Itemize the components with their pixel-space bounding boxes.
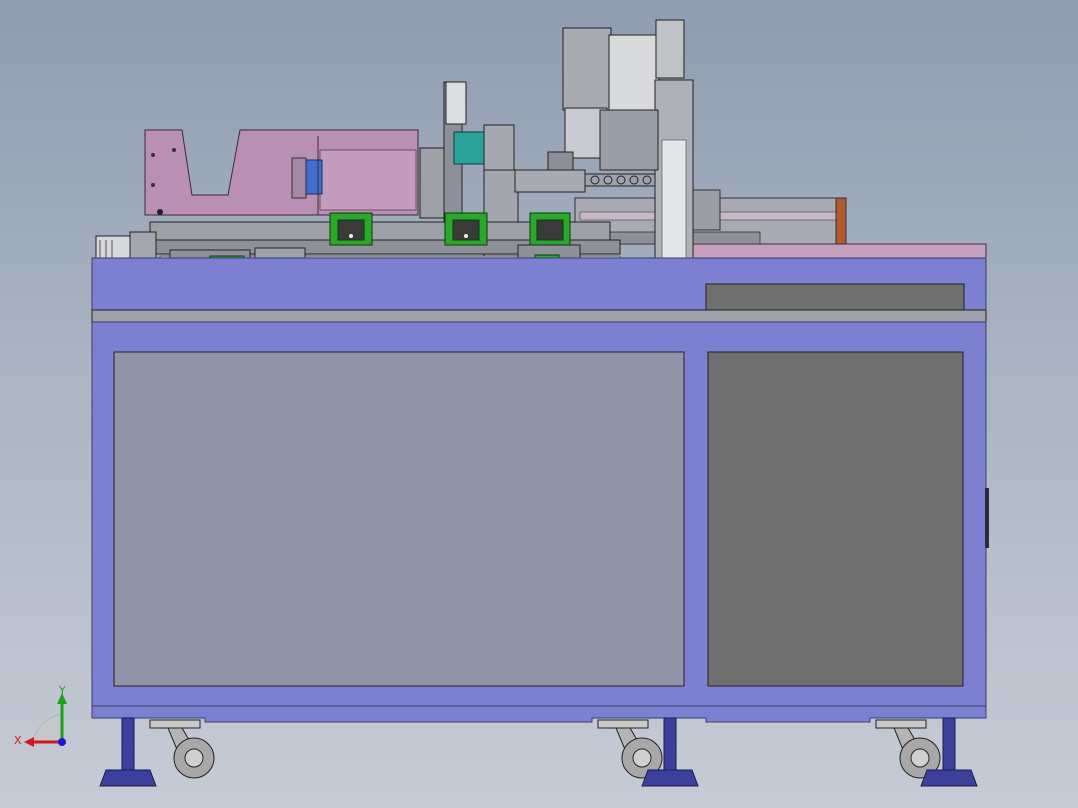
- door-handle[interactable]: [985, 488, 989, 548]
- gantry-bracket: [547, 151, 574, 173]
- rail-end-cap: [835, 197, 847, 245]
- gantry-drive-plate: [608, 34, 660, 121]
- machine-cabinet[interactable]: [91, 257, 989, 723]
- leveling-foot-icon: [99, 717, 157, 787]
- cabinet-door-right[interactable]: [707, 351, 964, 687]
- hopper-bolt: [151, 183, 155, 187]
- green-gripper-module[interactable]: [529, 212, 571, 246]
- caster-wheel-icon: [149, 719, 215, 779]
- hopper-bolt: [157, 209, 163, 215]
- cabinet-right-recess: [705, 283, 965, 313]
- hopper-bolt: [172, 148, 176, 152]
- linear-rail-assembly[interactable]: [574, 189, 847, 245]
- machine-assembly-model[interactable]: [0, 0, 1078, 808]
- coordinate-triad-icon[interactable]: Y X: [10, 684, 80, 754]
- gantry-motor-housing: [562, 27, 612, 111]
- mid-frame-upright: [419, 147, 445, 219]
- mid-cross-bar: [514, 169, 586, 193]
- caster-wheel-icon: [597, 719, 663, 779]
- hopper-assembly[interactable]: [144, 129, 419, 216]
- rail-carriage: [691, 189, 721, 231]
- green-gripper-module[interactable]: [444, 212, 488, 246]
- cable-carrier-top: [655, 19, 685, 79]
- caster-wheel-icon: [875, 719, 941, 779]
- hopper-bolt: [151, 153, 155, 157]
- sensor-bracket: [483, 124, 515, 171]
- table-top-plate: [91, 309, 987, 323]
- hopper-inner-panel: [319, 149, 417, 211]
- triad-plane-indicator: [31, 713, 63, 743]
- gantry-slide: [599, 109, 659, 171]
- triad-x-label: X: [14, 734, 22, 747]
- triad-y-label: Y: [58, 684, 66, 697]
- hopper-bracket: [291, 157, 307, 199]
- green-gripper-module[interactable]: [329, 212, 373, 246]
- cabinet-base-skirt: [91, 705, 987, 723]
- cable-drag-chain: [584, 173, 656, 187]
- cabinet-door-left[interactable]: [113, 351, 685, 687]
- teal-sensor-block: [453, 131, 485, 165]
- sensor-post-top: [445, 81, 467, 125]
- cad-graphics-viewport[interactable]: Y X: [0, 0, 1078, 808]
- hopper-blue-label: [305, 159, 323, 195]
- right-top-plate[interactable]: [689, 243, 987, 259]
- triad-z-axis: [58, 738, 66, 746]
